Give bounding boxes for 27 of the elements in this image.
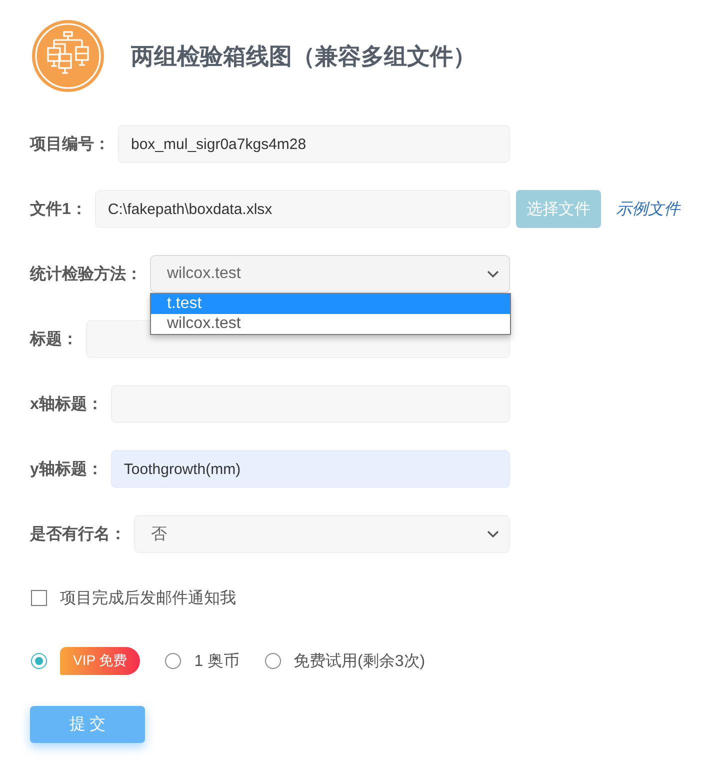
input-field[interactable]: Toothgrowth(mm) <box>110 450 510 488</box>
radio-button[interactable] <box>165 653 182 669</box>
select-field[interactable]: 否 <box>134 515 510 553</box>
checkbox-label: 项目完成后发邮件通知我 <box>60 588 236 608</box>
field-label: x轴标题： <box>30 394 103 414</box>
input-field[interactable]: box_mul_sigr0a7kgs4m28 <box>118 125 510 163</box>
field-label: 统计检验方法： <box>30 264 142 284</box>
vip-badge: VIP 免费 <box>60 647 140 675</box>
field-label: 项目编号： <box>30 134 110 154</box>
dropdown-option[interactable]: wilcox.test <box>151 314 510 334</box>
page-title: 两组检验箱线图（兼容多组文件） <box>131 42 476 70</box>
chevron-down-icon <box>487 270 499 278</box>
radio-button[interactable] <box>31 653 47 669</box>
radio-label: 1 奥币 <box>194 652 240 672</box>
logo-icon <box>32 20 104 92</box>
dropdown-option[interactable]: t.test <box>151 294 510 314</box>
checkbox[interactable] <box>31 590 47 606</box>
chevron-down-icon <box>487 530 499 538</box>
radio-label: 免费试用(剩余3次) <box>294 652 426 672</box>
field-label: 文件1： <box>30 199 87 220</box>
field-label: y轴标题： <box>30 460 103 480</box>
field-label: 标题： <box>30 330 78 350</box>
select-field[interactable]: wilcox.test <box>150 255 510 293</box>
radio-button[interactable] <box>264 653 281 669</box>
field-label: 是否有行名： <box>30 524 126 544</box>
input-field[interactable]: C:\fakepath\boxdata.xlsx <box>94 190 510 228</box>
example-file-link[interactable]: 示例文件 <box>616 198 680 220</box>
